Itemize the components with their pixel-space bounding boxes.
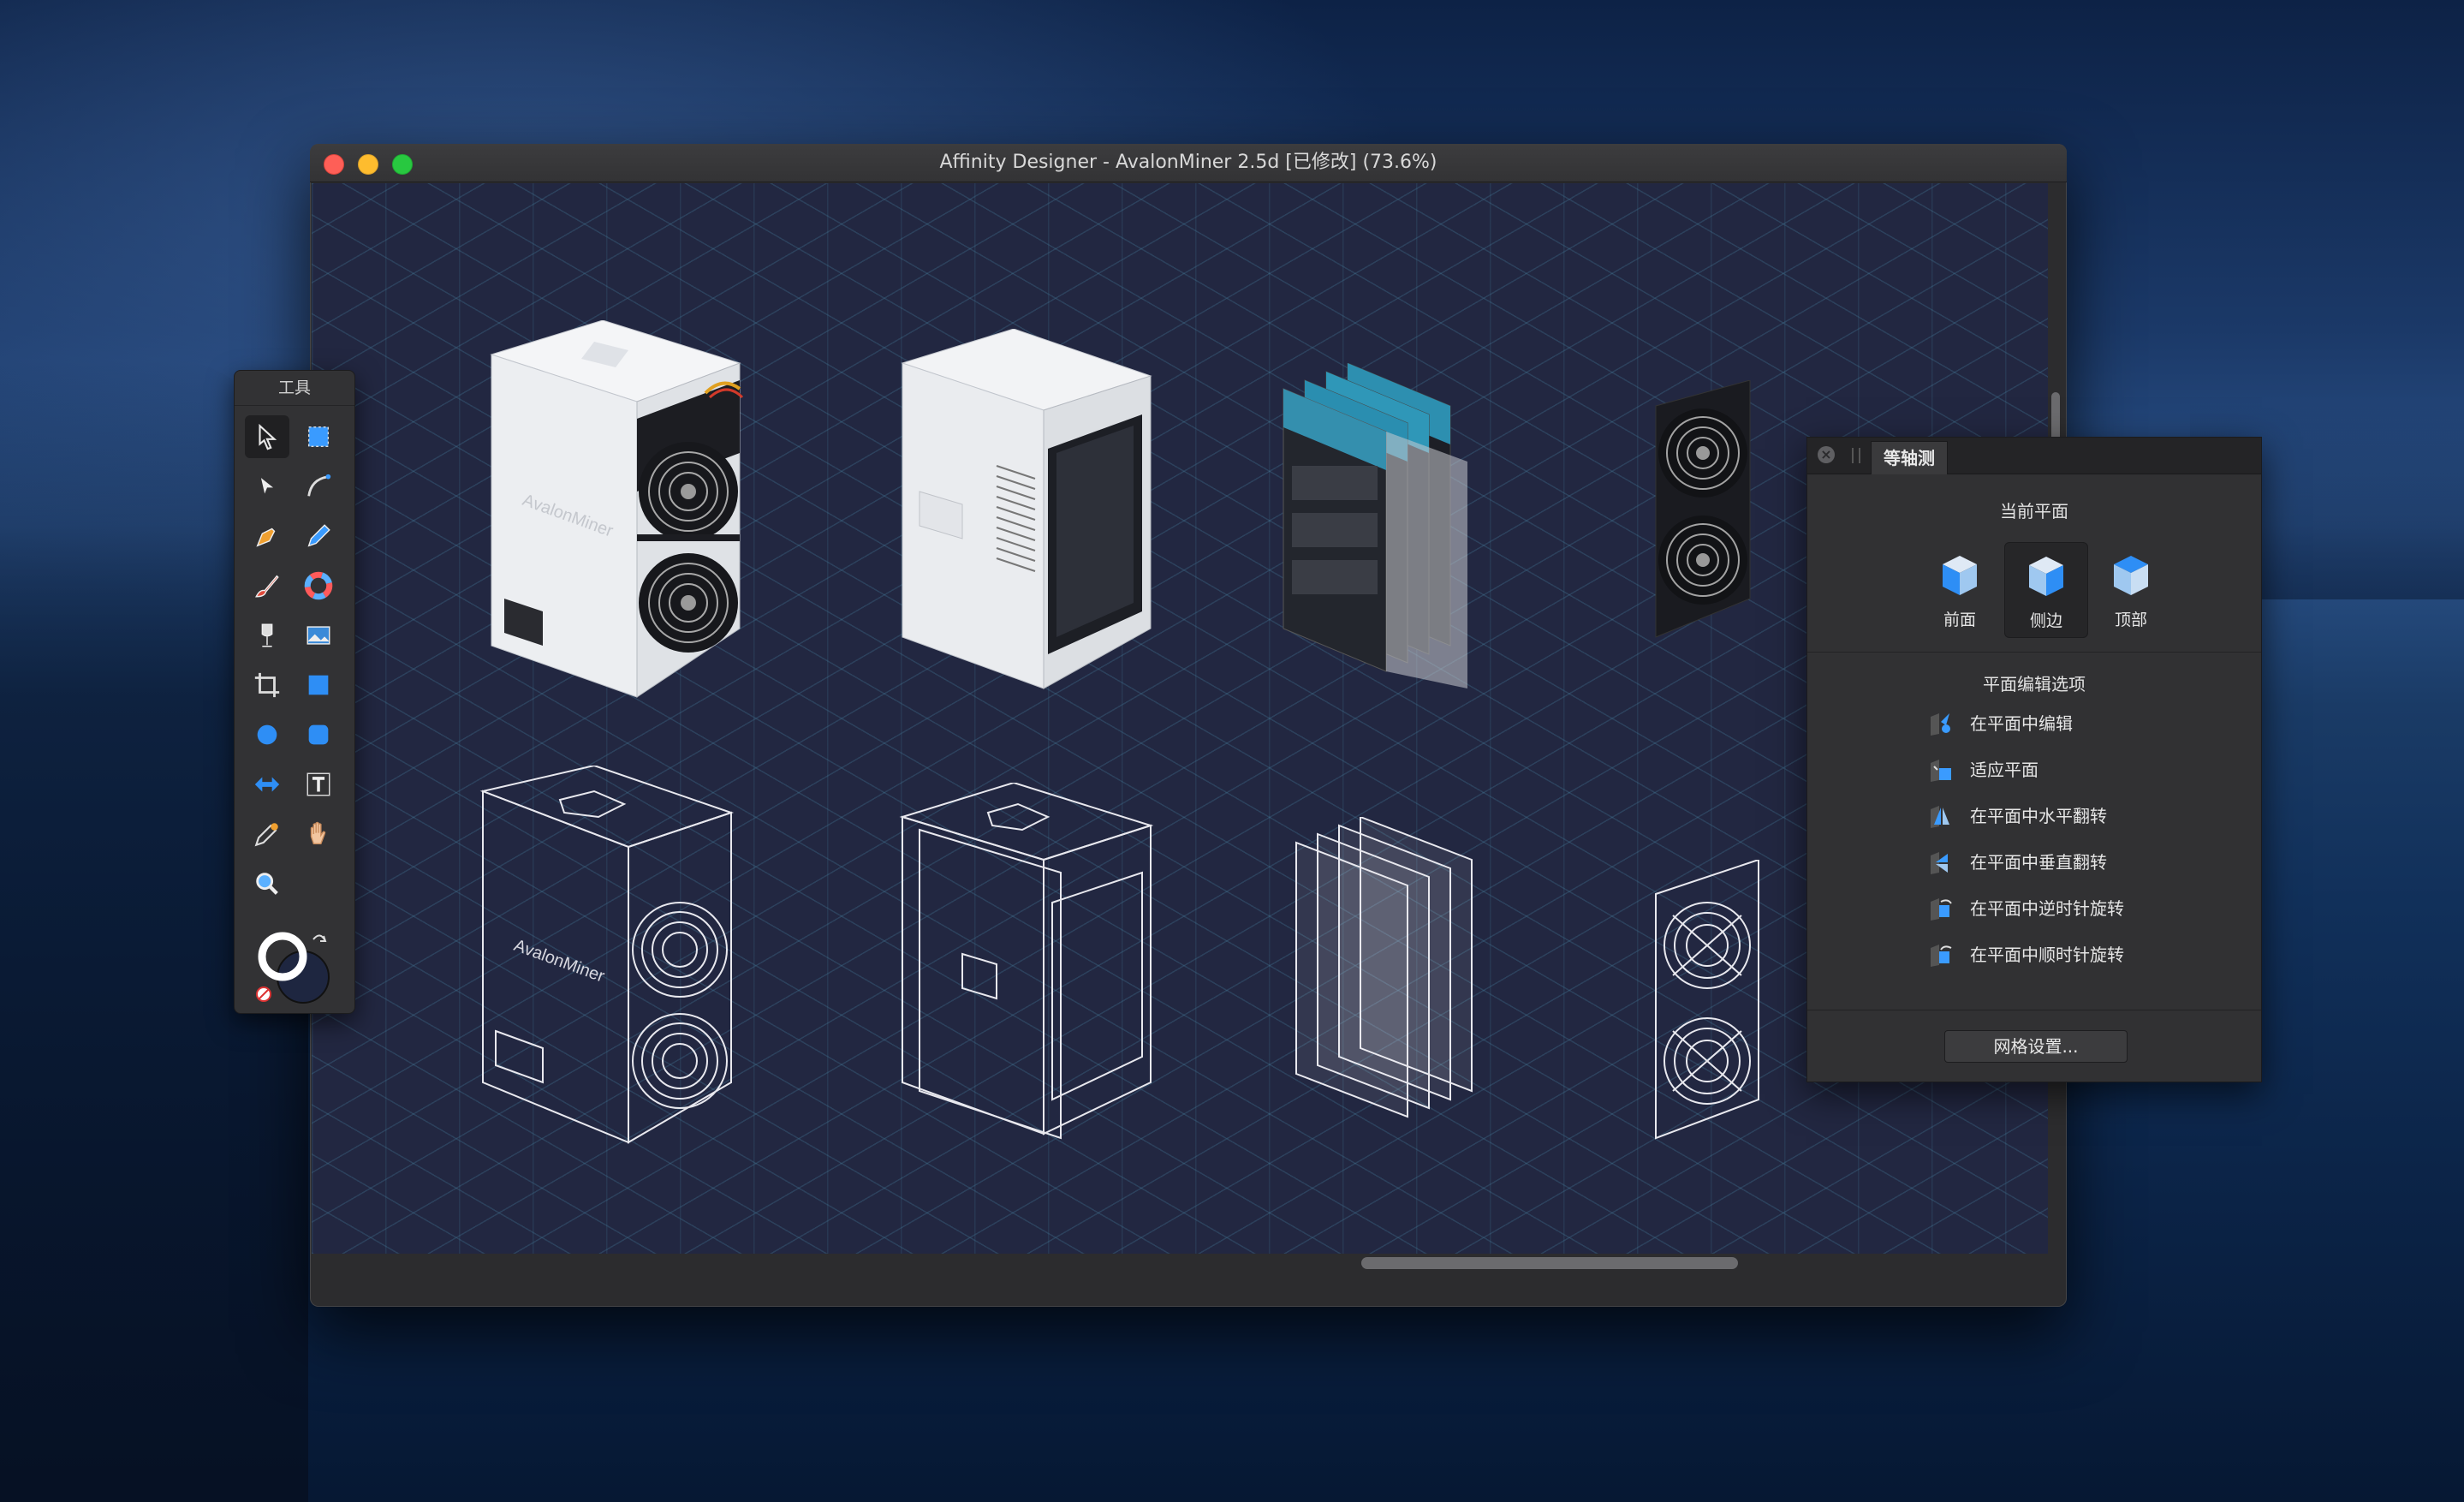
color-wheel-icon xyxy=(304,571,333,600)
cube-front-icon xyxy=(1943,556,1977,595)
app-window: Affinity Designer - AvalonMiner 2.5d [已修… xyxy=(310,144,2067,1307)
pen-nib-icon xyxy=(256,527,276,547)
color-swatches[interactable] xyxy=(253,924,339,1006)
rotate-ccw-option[interactable]: 在平面中逆时针旋转 xyxy=(1927,891,2201,926)
swap-colors-icon xyxy=(312,934,327,942)
tools-panel-title: 工具 xyxy=(235,371,354,406)
section-divider xyxy=(1807,652,2261,653)
node-arrow-icon xyxy=(260,478,274,494)
pencil-tool-button[interactable] xyxy=(296,515,341,557)
fans-solid-artwork[interactable] xyxy=(1639,380,1784,646)
artboard-tool-button[interactable] xyxy=(296,415,341,458)
view-tool-button[interactable] xyxy=(296,813,341,855)
rotate-ccw-label: 在平面中逆时针旋转 xyxy=(1970,898,2124,919)
fans-wireframe-artwork[interactable] xyxy=(1643,860,1788,1142)
image-icon xyxy=(307,626,330,645)
plane-front-label: 前面 xyxy=(1943,611,1976,629)
eyedropper-tool-button[interactable] xyxy=(245,813,289,855)
current-plane-label: 当前平面 xyxy=(2000,501,2068,522)
text-tool-button[interactable] xyxy=(296,763,341,806)
isometric-tab[interactable]: 等轴测 xyxy=(1871,441,1948,474)
move-tool-button[interactable] xyxy=(245,415,289,458)
plane-side-button[interactable]: 侧边 xyxy=(2004,542,2088,638)
plane-side-label: 侧边 xyxy=(2029,611,2062,630)
cube-side-icon xyxy=(2029,557,2063,596)
flip-vertical-icon xyxy=(1931,852,1948,874)
fit-to-plane-option[interactable]: 适应平面 xyxy=(1927,753,2201,787)
rounded-rectangle-icon xyxy=(308,724,329,745)
brush-tool-button[interactable] xyxy=(245,564,289,607)
edit-in-plane-option[interactable]: 在平面中编辑 xyxy=(1927,706,2201,741)
rectangle-tool-button[interactable] xyxy=(296,664,341,706)
window-title: Affinity Designer - AvalonMiner 2.5d [已修… xyxy=(939,152,1437,173)
flip-vertical-option[interactable]: 在平面中垂直翻转 xyxy=(1927,845,2201,879)
hashboards-wireframe-artwork[interactable] xyxy=(1288,817,1527,1134)
panel-close-button[interactable]: × xyxy=(1818,446,1835,463)
rectangle-icon xyxy=(308,675,329,695)
eyedropper-icon xyxy=(254,823,278,847)
zoom-tool-button[interactable] xyxy=(245,862,289,905)
double-arrow-icon xyxy=(254,777,280,792)
paint-brush-icon xyxy=(255,575,279,598)
document-canvas[interactable]: AvalonMiner AvalonMiner xyxy=(312,183,2048,1254)
miner-case-wireframe-artwork[interactable] xyxy=(885,783,1185,1142)
transparency-tool-button[interactable] xyxy=(245,614,289,657)
rotate-cw-icon xyxy=(1931,945,1952,967)
plane-edit-options-label: 平面编辑选项 xyxy=(1983,674,2086,694)
pen-tool-button[interactable] xyxy=(245,515,289,557)
hashboards-solid-artwork[interactable] xyxy=(1279,363,1519,688)
magnifier-icon xyxy=(256,873,278,895)
crop-tool-button[interactable] xyxy=(245,664,289,706)
text-t-icon xyxy=(307,772,330,796)
edit-in-plane-icon xyxy=(1931,713,1950,736)
flip-horizontal-label: 在平面中水平翻转 xyxy=(1970,806,2107,826)
hand-icon xyxy=(310,821,326,845)
place-image-tool-button[interactable] xyxy=(296,614,341,657)
flip-horizontal-icon xyxy=(1931,806,1949,828)
miner-wireframe-artwork[interactable]: AvalonMiner xyxy=(457,766,774,1151)
miner-brand-label-wire: AvalonMiner xyxy=(511,936,607,986)
fill-tool-button[interactable] xyxy=(296,564,341,607)
rotate-cw-label: 在平面中顺时针旋转 xyxy=(1970,945,2124,965)
rounded-rectangle-tool-button[interactable] xyxy=(296,713,341,756)
corner-tool-button[interactable] xyxy=(296,465,341,508)
wine-glass-icon xyxy=(261,623,273,647)
title-bar[interactable]: Affinity Designer - AvalonMiner 2.5d [已修… xyxy=(310,144,2067,182)
grid-settings-button[interactable]: 网格设置... xyxy=(1944,1030,2128,1063)
rotate-ccw-icon xyxy=(1931,898,1952,921)
corner-curve-icon xyxy=(307,474,331,497)
miner-solid-artwork[interactable]: AvalonMiner xyxy=(466,320,774,706)
artboard-icon xyxy=(307,426,330,448)
fit-to-plane-label: 适应平面 xyxy=(1970,760,2038,780)
panel-grip-handle[interactable] xyxy=(1852,448,1860,463)
miner-case-solid-artwork[interactable] xyxy=(877,329,1176,697)
crop-icon xyxy=(254,672,280,698)
fit-to-plane-icon xyxy=(1931,760,1951,782)
plane-top-label: 顶部 xyxy=(2114,611,2147,629)
node-tool-button[interactable] xyxy=(245,465,289,508)
flip-vertical-label: 在平面中垂直翻转 xyxy=(1970,852,2107,873)
isometric-panel: × 等轴测 当前平面 前面 侧边 顶部 平面编辑选项 在平面中编辑 适应平面 在… xyxy=(1806,437,2262,1082)
flip-horizontal-option[interactable]: 在平面中水平翻转 xyxy=(1927,799,2201,833)
rotate-cw-option[interactable]: 在平面中顺时针旋转 xyxy=(1927,938,2201,972)
ellipse-tool-button[interactable] xyxy=(245,713,289,756)
arrow-shape-tool-button[interactable] xyxy=(245,763,289,806)
pointer-arrow-icon xyxy=(259,423,277,450)
isometric-panel-header[interactable]: × 等轴测 xyxy=(1807,438,2261,474)
edit-in-plane-label: 在平面中编辑 xyxy=(1970,713,2073,734)
plane-top-button[interactable]: 顶部 xyxy=(2090,542,2172,636)
pencil-icon xyxy=(307,524,330,547)
cube-top-icon xyxy=(2114,556,2148,595)
horizontal-scrollbar[interactable] xyxy=(1361,1257,1738,1269)
ellipse-icon xyxy=(257,724,277,745)
tools-panel: 工具 xyxy=(234,370,355,1014)
plane-front-button[interactable]: 前面 xyxy=(1919,542,2001,636)
